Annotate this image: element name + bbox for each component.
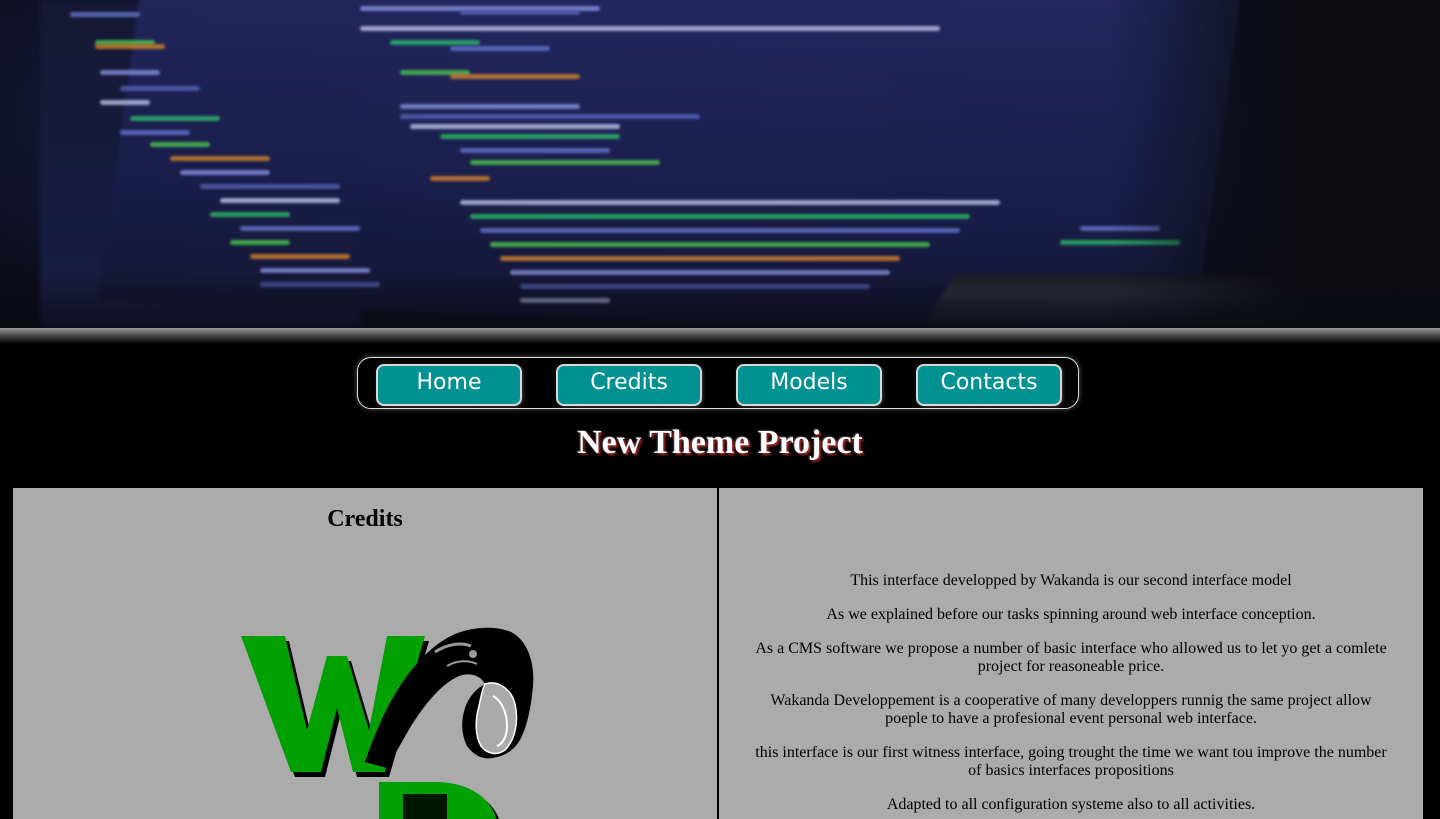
hero-code-line (480, 228, 960, 233)
hero-code-line (410, 124, 620, 129)
credits-panel: Credits (13, 488, 717, 819)
wakanda-logo (241, 627, 534, 819)
hero-code-line (390, 40, 480, 45)
about-paragraph: Wakanda Developpement is a cooperative o… (770, 692, 1372, 727)
nav-credits-button[interactable]: Credits (556, 364, 702, 406)
hero-code-line (95, 44, 165, 49)
credits-heading: Credits (327, 506, 403, 532)
hero-code-line (220, 198, 340, 203)
hero-code-line (450, 46, 550, 51)
about-paragraph: As we explained before our tasks spinnin… (826, 606, 1316, 623)
hero-code-line (70, 12, 140, 17)
hero-code-line (230, 240, 290, 245)
hero-code-line (210, 212, 290, 217)
hero-code-line (100, 100, 150, 105)
hero-code-line (180, 170, 270, 175)
page-title: New Theme Project (577, 424, 863, 461)
hero-code-line (460, 10, 580, 15)
about-panel: This interface developped by Wakanda is … (719, 488, 1423, 819)
about-paragraph: Adapted to all configuration systeme als… (886, 796, 1256, 813)
main-nav: Home Credits Models Contacts (357, 357, 1079, 409)
hero-divider (0, 328, 1440, 344)
about-paragraph: As a CMS software we propose a number of… (755, 640, 1387, 675)
hero-code-line (200, 184, 340, 189)
hero-code-line (470, 214, 970, 219)
hero-code-line (500, 256, 900, 261)
hero-code-line (360, 26, 940, 31)
hero-banner-image (0, 0, 1440, 330)
hero-code-line (400, 104, 580, 109)
hero-bottom-shade (0, 270, 1440, 330)
hero-code-line (170, 156, 270, 161)
about-paragraph: this interface is our first witness inte… (755, 744, 1387, 779)
hero-code-line (120, 86, 200, 91)
hero-code-line (120, 130, 190, 135)
hero-code-line (470, 160, 660, 165)
about-paragraph: This interface developped by Wakanda is … (850, 572, 1292, 589)
hero-code-line (400, 114, 700, 119)
hero-code-line (440, 134, 620, 139)
hero-code-line (250, 254, 350, 259)
hero-code-line (460, 200, 1000, 205)
hero-code-line (150, 142, 210, 147)
hero-code-line (130, 116, 220, 121)
nav-home-button[interactable]: Home (376, 364, 522, 406)
hero-code-line (490, 242, 930, 247)
hero-code-line (240, 226, 360, 231)
nav-models-button[interactable]: Models (736, 364, 882, 406)
hero-code-line (100, 70, 160, 75)
about-text: This interface developped by Wakanda is … (753, 572, 1389, 819)
hero-code-line (450, 74, 580, 79)
nav-contacts-button[interactable]: Contacts (916, 364, 1062, 406)
hero-code-line (460, 148, 610, 153)
hero-code-line (430, 176, 490, 181)
